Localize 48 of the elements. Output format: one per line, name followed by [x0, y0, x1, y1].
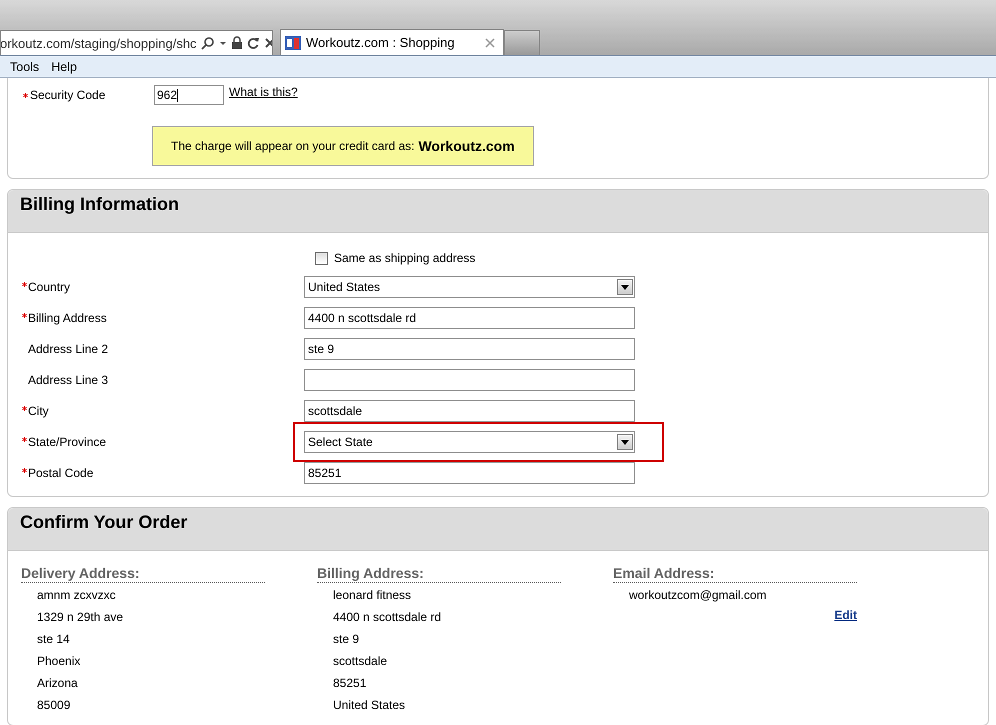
menu-item[interactable]: Help — [45, 60, 83, 74]
field-label: State/Province — [27, 435, 106, 449]
address-line: Phoenix — [36, 653, 82, 670]
notice-message: The charge will appear on your credit card as: Workoutz.com — [152, 126, 534, 166]
field-label: City — [27, 404, 49, 418]
address-line: 4400 n scottsdale rd — [332, 609, 442, 626]
input-field[interactable]: 4400 n scottsdale rd — [304, 307, 635, 329]
field-label: Postal Code — [27, 466, 94, 480]
edit-link[interactable]: Edit — [834, 608, 857, 622]
close-icon[interactable] — [264, 36, 272, 50]
address-line: leonard fitness — [332, 587, 412, 604]
field-label: Address Line 3 — [27, 373, 108, 387]
input-field[interactable]: 85251 — [304, 462, 635, 484]
address-line: 1329 n 29th ave — [36, 609, 124, 626]
field-label: Country — [27, 280, 70, 294]
address-line: 85009 — [36, 697, 72, 714]
help-link[interactable]: What is this? — [229, 85, 298, 99]
address-line: ste 9 — [332, 631, 360, 648]
security-code-field[interactable]: 962 — [154, 85, 224, 105]
field-label: Security Code — [29, 87, 106, 104]
checkbox-label: Same as shipping address — [334, 251, 476, 265]
site-icon — [285, 36, 301, 50]
tab-title: Workoutz.com : Shopping — [306, 35, 455, 50]
browser-tab[interactable]: Workoutz.com : Shopping — [280, 29, 504, 55]
refresh-icon[interactable] — [246, 36, 260, 50]
address-line: workoutzcom@gmail.com — [628, 587, 768, 604]
input-field[interactable]: scottsdale — [304, 400, 635, 422]
dropdown[interactable]: United States — [304, 276, 635, 298]
address-line: ste 14 — [36, 631, 71, 648]
column-heading: Delivery Address: — [21, 565, 265, 583]
section-title: Confirm Your Order — [20, 512, 188, 532]
input-field[interactable] — [304, 369, 635, 391]
address-line: 85251 — [332, 675, 368, 692]
field-label: Billing Address — [27, 311, 107, 325]
input-field[interactable]: ste 9 — [304, 338, 635, 360]
column-heading: Email Address: — [613, 565, 857, 583]
field-label: Address Line 2 — [27, 342, 108, 356]
address-line: United States — [332, 697, 406, 714]
address-line: amnm zcxvzxc — [36, 587, 117, 604]
section-title: Billing Information — [20, 194, 179, 214]
checkbox[interactable] — [315, 252, 328, 264]
address-line: Arizona — [36, 675, 79, 692]
dropdown[interactable]: Select State — [304, 431, 635, 453]
address-line: scottsdale — [332, 653, 388, 670]
column-heading: Billing Address: — [317, 565, 561, 583]
menu-item[interactable]: Tools — [4, 60, 46, 74]
lock-icon — [230, 36, 243, 50]
search-icon[interactable] — [200, 36, 215, 50]
